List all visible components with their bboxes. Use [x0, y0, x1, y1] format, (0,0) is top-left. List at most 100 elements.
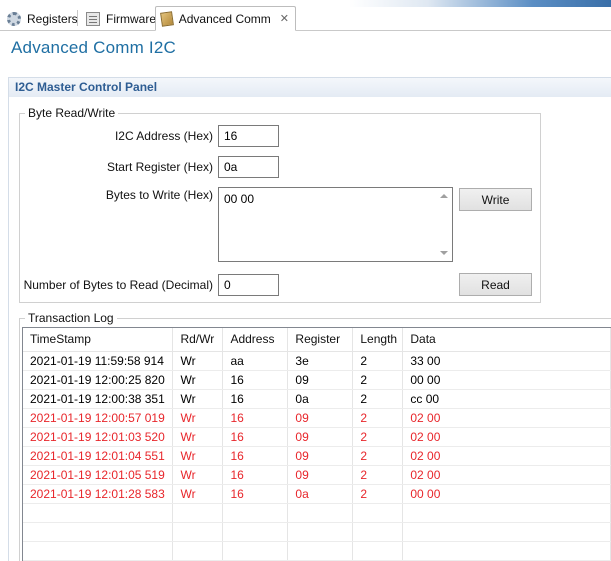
transaction-log-legend: Transaction Log — [25, 311, 117, 325]
transaction-log-table[interactable]: TimeStamp Rd/Wr Address Register Length … — [22, 327, 611, 561]
column-header-register[interactable]: Register — [287, 328, 354, 352]
cell-data: 33 00 — [402, 351, 611, 371]
empty-cell — [172, 541, 224, 561]
empty-table-row — [23, 503, 611, 523]
empty-cell — [402, 503, 611, 523]
cell-rdwr: Wr — [172, 351, 224, 371]
read-button[interactable]: Read — [459, 273, 532, 296]
cell-register: 0a — [287, 484, 354, 504]
close-icon[interactable]: ✕ — [280, 12, 289, 25]
cell-rdwr: Wr — [172, 484, 224, 504]
bytes-to-write-textarea[interactable]: 00 00 — [218, 187, 453, 262]
section-title: I2C Master Control Panel — [15, 80, 158, 94]
empty-cell — [352, 503, 404, 523]
cell-length: 2 — [352, 446, 404, 466]
empty-cell — [287, 503, 354, 523]
cell-timestamp: 2021-01-19 12:00:57 019 — [23, 408, 174, 428]
scroll-down-arrow-icon[interactable] — [440, 251, 448, 255]
cell-address: 16 — [222, 484, 289, 504]
cell-length: 2 — [352, 408, 404, 428]
cell-data: cc 00 — [402, 389, 611, 409]
table-row[interactable]: 2021-01-19 11:59:58 914 Wr aa 3e 2 33 00 — [23, 351, 611, 371]
table-header-row: TimeStamp Rd/Wr Address Register Length … — [23, 328, 611, 352]
tab-firmware[interactable]: Firmware — [81, 6, 162, 31]
cell-rdwr: Wr — [172, 389, 224, 409]
editor-title: Advanced Comm I2C — [11, 38, 176, 57]
cell-address: 16 — [222, 408, 289, 428]
table-row[interactable]: 2021-01-19 12:01:04 551 Wr 16 09 2 02 00 — [23, 446, 611, 466]
cell-address: 16 — [222, 446, 289, 466]
table-row[interactable]: 2021-01-19 12:00:25 820 Wr 16 09 2 00 00 — [23, 370, 611, 390]
editor-tab-bar: Registers Firmware Advanced Comm ✕ — [0, 0, 611, 31]
table-row[interactable]: 2021-01-19 12:01:03 520 Wr 16 09 2 02 00 — [23, 427, 611, 447]
cell-register: 09 — [287, 465, 354, 485]
column-header-address[interactable]: Address — [222, 328, 289, 352]
log-grid: TimeStamp Rd/Wr Address Register Length … — [23, 328, 611, 561]
cell-rdwr: Wr — [172, 427, 224, 447]
cell-timestamp: 2021-01-19 12:01:03 520 — [23, 427, 174, 447]
empty-cell — [352, 541, 404, 561]
table-body: 2021-01-19 11:59:58 914 Wr aa 3e 2 33 00 2021-… — [23, 351, 611, 561]
tab-label: Advanced Comm — [178, 11, 271, 26]
table-row[interactable]: 2021-01-19 12:01:05 519 Wr 16 09 2 02 00 — [23, 465, 611, 485]
tab-advanced-comm[interactable]: Advanced Comm ✕ — [155, 6, 296, 31]
cell-length: 2 — [352, 389, 404, 409]
cell-rdwr: Wr — [172, 465, 224, 485]
cell-register: 09 — [287, 370, 354, 390]
empty-cell — [23, 503, 174, 523]
i2c-address-label: I2C Address (Hex) — [114, 129, 213, 143]
column-header-timestamp[interactable]: TimeStamp — [23, 328, 174, 352]
table-row[interactable]: 2021-01-19 12:01:28 583 Wr 16 0a 2 00 00 — [23, 484, 611, 504]
cell-register: 0a — [287, 389, 354, 409]
scroll-up-arrow-icon[interactable] — [440, 194, 448, 198]
cell-rdwr: Wr — [172, 370, 224, 390]
column-header-length[interactable]: Length — [352, 328, 404, 352]
toolbar-gradient-strip — [349, 0, 611, 7]
empty-table-row — [23, 541, 611, 561]
column-header-rdwr[interactable]: Rd/Wr — [172, 328, 224, 352]
empty-cell — [287, 541, 354, 561]
cell-length: 2 — [352, 351, 404, 371]
cell-data: 02 00 — [402, 408, 611, 428]
empty-cell — [402, 541, 611, 561]
empty-cell — [23, 541, 174, 561]
start-register-input[interactable] — [218, 156, 279, 178]
cell-timestamp: 2021-01-19 12:01:05 519 — [23, 465, 174, 485]
empty-table-row — [23, 522, 611, 542]
table-row[interactable]: 2021-01-19 12:00:38 351 Wr 16 0a 2 cc 00 — [23, 389, 611, 409]
cell-data: 02 00 — [402, 427, 611, 447]
cell-length: 2 — [352, 484, 404, 504]
empty-cell — [222, 522, 289, 542]
cell-length: 2 — [352, 427, 404, 447]
tab-registers[interactable]: Registers — [2, 6, 84, 31]
empty-cell — [23, 522, 174, 542]
tab-label: Firmware — [106, 11, 156, 26]
tab-label: Registers — [27, 11, 78, 26]
cell-address: 16 — [222, 370, 289, 390]
cell-register: 09 — [287, 427, 354, 447]
cell-timestamp: 2021-01-19 11:59:58 914 — [23, 351, 174, 371]
gear-icon — [7, 11, 21, 26]
empty-cell — [287, 522, 354, 542]
i2c-address-input[interactable] — [218, 125, 279, 147]
cell-address: 16 — [222, 465, 289, 485]
cell-address: 16 — [222, 427, 289, 447]
empty-cell — [352, 522, 404, 542]
cell-timestamp: 2021-01-19 12:00:25 820 — [23, 370, 174, 390]
table-row[interactable]: 2021-01-19 12:00:57 019 Wr 16 09 2 02 00 — [23, 408, 611, 428]
column-header-data[interactable]: Data — [402, 328, 611, 352]
textarea-scrollbar[interactable] — [436, 188, 452, 261]
start-register-label: Start Register (Hex) — [106, 160, 213, 174]
bytes-to-write-value: 00 00 — [224, 192, 255, 206]
empty-cell — [172, 522, 224, 542]
write-button[interactable]: Write — [459, 188, 532, 211]
empty-cell — [402, 522, 611, 542]
package-icon — [160, 10, 174, 27]
cell-address: 16 — [222, 389, 289, 409]
bytes-to-write-label: Bytes to Write (Hex) — [105, 188, 213, 202]
cell-rdwr: Wr — [172, 446, 224, 466]
byte-read-write-legend: Byte Read/Write — [25, 106, 119, 120]
cell-register: 3e — [287, 351, 354, 371]
bytes-to-read-input[interactable] — [218, 274, 279, 296]
firmware-icon — [86, 11, 100, 26]
